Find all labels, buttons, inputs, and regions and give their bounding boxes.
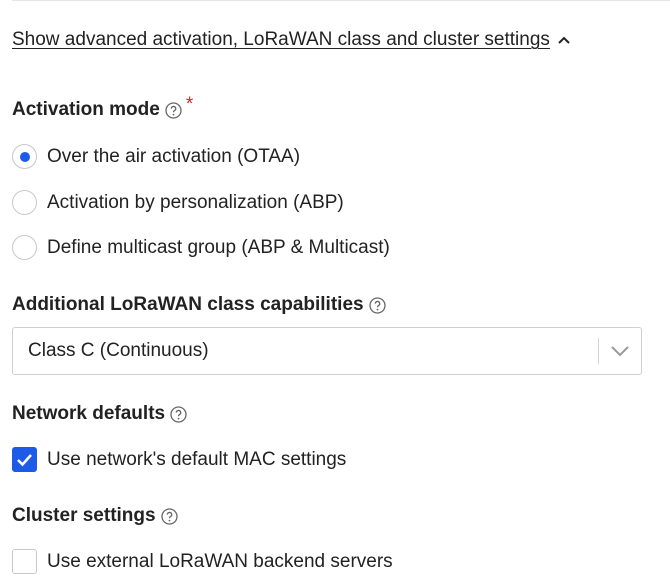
advanced-settings-toggle-label: Show advanced activation, LoRaWAN class … bbox=[12, 29, 550, 50]
help-circle-icon[interactable] bbox=[170, 405, 187, 423]
radio-multicast[interactable]: Define multicast group (ABP & Multicast) bbox=[12, 235, 390, 260]
checkmark-icon bbox=[17, 453, 32, 466]
network-defaults-label: Network defaults bbox=[12, 403, 166, 424]
network-defaults-label-row: Network defaults bbox=[12, 403, 187, 425]
top-divider bbox=[12, 0, 670, 1]
settings-panel: Show advanced activation, LoRaWAN class … bbox=[0, 0, 670, 577]
cluster-settings-checkbox-row[interactable]: Use external LoRaWAN backend servers bbox=[12, 549, 393, 574]
radio-abp[interactable]: Activation by personalization (ABP) bbox=[12, 190, 344, 215]
class-capabilities-select[interactable]: Class C (Continuous) bbox=[12, 327, 642, 375]
class-capabilities-label-row: Additional LoRaWAN class capabilities bbox=[12, 294, 386, 316]
activation-mode-label-row: Activation mode * bbox=[12, 94, 193, 121]
radio-otaa[interactable]: Over the air activation (OTAA) bbox=[12, 144, 300, 169]
network-defaults-checkbox-label: Use network's default MAC settings bbox=[47, 448, 347, 470]
external-backend-checkbox[interactable] bbox=[12, 549, 37, 574]
network-defaults-checkbox[interactable] bbox=[12, 447, 37, 472]
radio-otaa-label: Over the air activation (OTAA) bbox=[47, 145, 301, 167]
class-capabilities-label: Additional LoRaWAN class capabilities bbox=[12, 294, 364, 315]
required-asterisk: * bbox=[185, 94, 194, 115]
help-circle-icon[interactable] bbox=[368, 296, 386, 314]
activation-mode-label: Activation mode bbox=[12, 99, 160, 120]
help-circle-icon[interactable] bbox=[160, 507, 178, 525]
advanced-settings-toggle[interactable]: Show advanced activation, LoRaWAN class … bbox=[12, 29, 571, 51]
help-circle-icon[interactable] bbox=[165, 101, 182, 119]
chevron-down-icon bbox=[611, 346, 629, 357]
radio-abp-label: Activation by personalization (ABP) bbox=[47, 191, 344, 213]
radio-button-otaa[interactable] bbox=[12, 144, 37, 169]
cluster-settings-label: Cluster settings bbox=[12, 505, 156, 526]
external-backend-checkbox-label: Use external LoRaWAN backend servers bbox=[47, 550, 393, 572]
radio-button-multicast[interactable] bbox=[12, 235, 37, 260]
class-capabilities-selected-value: Class C (Continuous) bbox=[28, 340, 209, 361]
network-defaults-checkbox-row[interactable]: Use network's default MAC settings bbox=[12, 447, 346, 472]
cluster-settings-label-row: Cluster settings bbox=[12, 505, 178, 527]
radio-button-abp[interactable] bbox=[12, 190, 37, 215]
radio-multicast-label: Define multicast group (ABP & Multicast) bbox=[47, 236, 390, 258]
chevron-up-icon bbox=[558, 36, 570, 44]
select-dropdown-toggle[interactable] bbox=[599, 328, 641, 374]
